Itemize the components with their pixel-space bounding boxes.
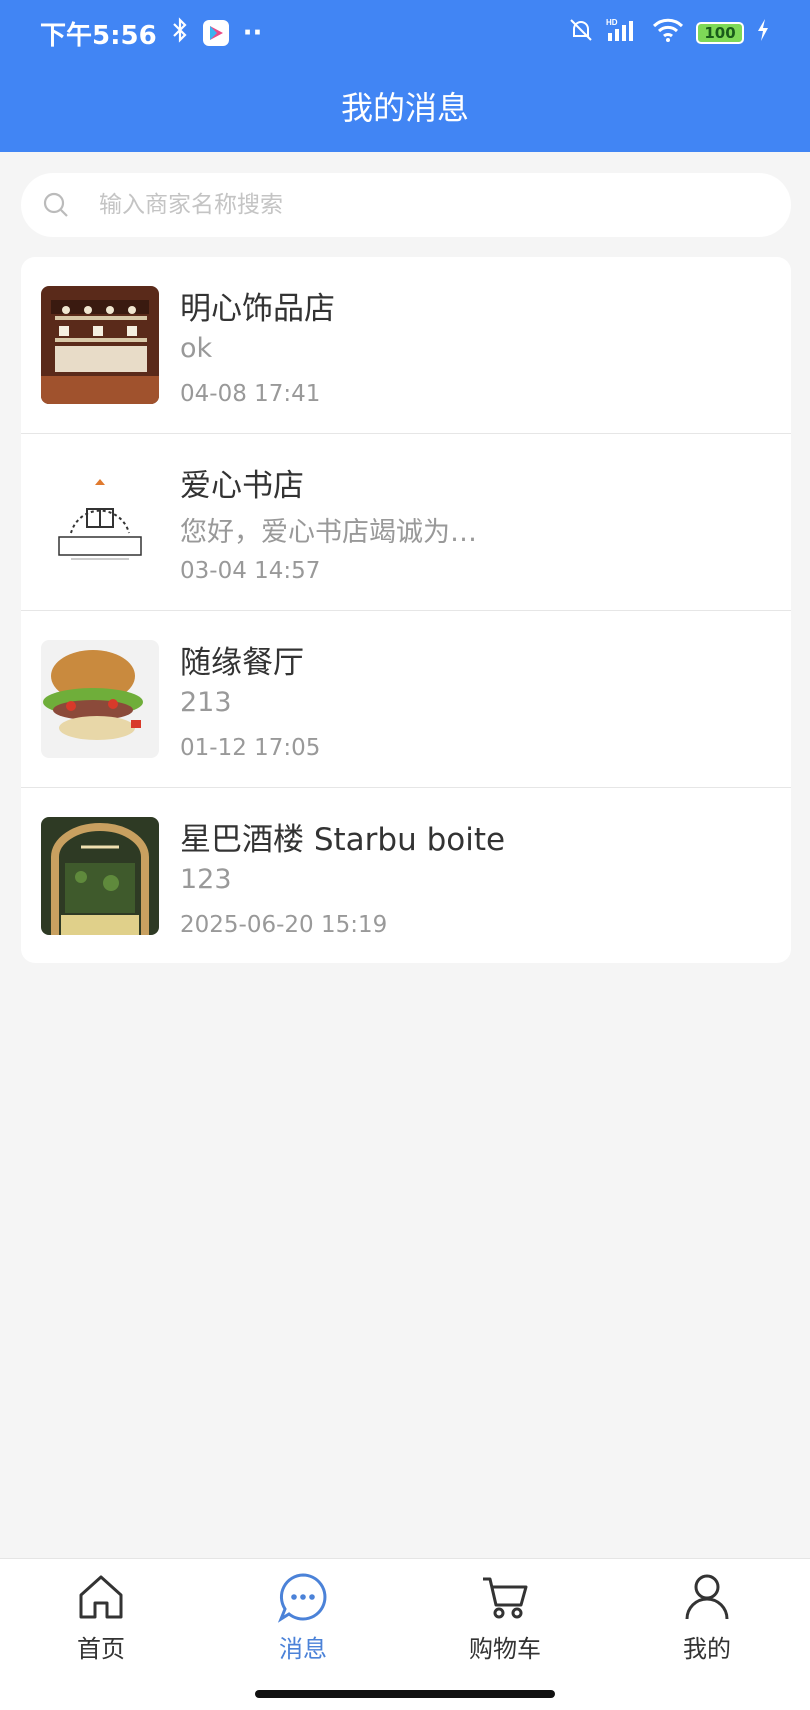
shop-name: 明心饰品店 xyxy=(180,291,335,327)
message-list: 明心饰品店 ok 04-08 17:41 爱心书店 您好，爱心书店竭诚为… 03… xyxy=(21,257,791,963)
user-icon xyxy=(685,1574,729,1620)
tab-profile[interactable]: 我的 xyxy=(606,1571,808,1671)
wifi-icon xyxy=(652,17,684,50)
tab-label: 消息 xyxy=(279,1635,327,1663)
home-indicator xyxy=(255,1690,555,1698)
message-row[interactable]: 爱心书店 您好，爱心书店竭诚为… 03-04 14:57 xyxy=(21,434,791,611)
last-message: 您好，爱心书店竭诚为… xyxy=(180,517,477,548)
message-row[interactable]: 随缘餐厅 213 01-12 17:05 xyxy=(21,611,791,788)
bottom-tab-bar: 首页 消息 购物车 我的 xyxy=(0,1558,810,1710)
tab-home[interactable]: 首页 xyxy=(0,1571,202,1671)
page-title: 我的消息 xyxy=(340,89,469,127)
shop-thumbnail xyxy=(41,817,159,935)
last-message: 123 xyxy=(180,864,232,895)
status-time: 下午5:56 xyxy=(40,20,157,51)
search-input[interactable] xyxy=(99,192,739,218)
message-time: 03-04 14:57 xyxy=(180,558,321,584)
cart-icon xyxy=(483,1577,528,1619)
shop-name: 爱心书店 xyxy=(180,468,304,504)
battery-indicator: 100 xyxy=(696,22,744,44)
bluetooth-icon xyxy=(171,16,189,50)
mute-bell-icon xyxy=(568,17,594,50)
tab-cart[interactable]: 购物车 xyxy=(404,1571,606,1671)
status-dots: ·· xyxy=(242,18,263,48)
message-row[interactable]: 星巴酒楼 Starbu boite 123 2025-06-20 15:19 xyxy=(21,788,791,963)
header: 下午5:56 ·· HD 100 我的消息 xyxy=(0,0,810,152)
last-message: ok xyxy=(180,333,213,364)
tab-label: 首页 xyxy=(77,1635,125,1663)
shop-thumbnail xyxy=(41,640,159,758)
tab-messages[interactable]: 消息 xyxy=(202,1571,404,1671)
play-store-icon xyxy=(202,20,229,46)
tab-label: 我的 xyxy=(683,1635,731,1663)
shop-thumbnail xyxy=(41,286,159,404)
message-time: 04-08 17:41 xyxy=(180,381,321,407)
chat-icon xyxy=(277,1573,327,1623)
shop-name: 随缘餐厅 xyxy=(180,645,304,681)
search-bar[interactable] xyxy=(21,173,791,237)
status-bar: 下午5:56 ·· HD 100 xyxy=(0,0,810,66)
search-icon xyxy=(43,192,68,217)
signal-icon: HD xyxy=(606,17,640,50)
shop-thumbnail xyxy=(41,463,159,581)
charging-icon xyxy=(756,18,770,49)
tab-label: 购物车 xyxy=(469,1635,541,1663)
shop-name: 星巴酒楼 Starbu boite xyxy=(180,822,506,858)
message-time: 2025-06-20 15:19 xyxy=(180,912,388,938)
message-row[interactable]: 明心饰品店 ok 04-08 17:41 xyxy=(21,257,791,434)
home-icon xyxy=(79,1575,123,1619)
message-time: 01-12 17:05 xyxy=(180,735,321,761)
last-message: 213 xyxy=(180,687,232,718)
svg-text:HD: HD xyxy=(606,18,618,27)
